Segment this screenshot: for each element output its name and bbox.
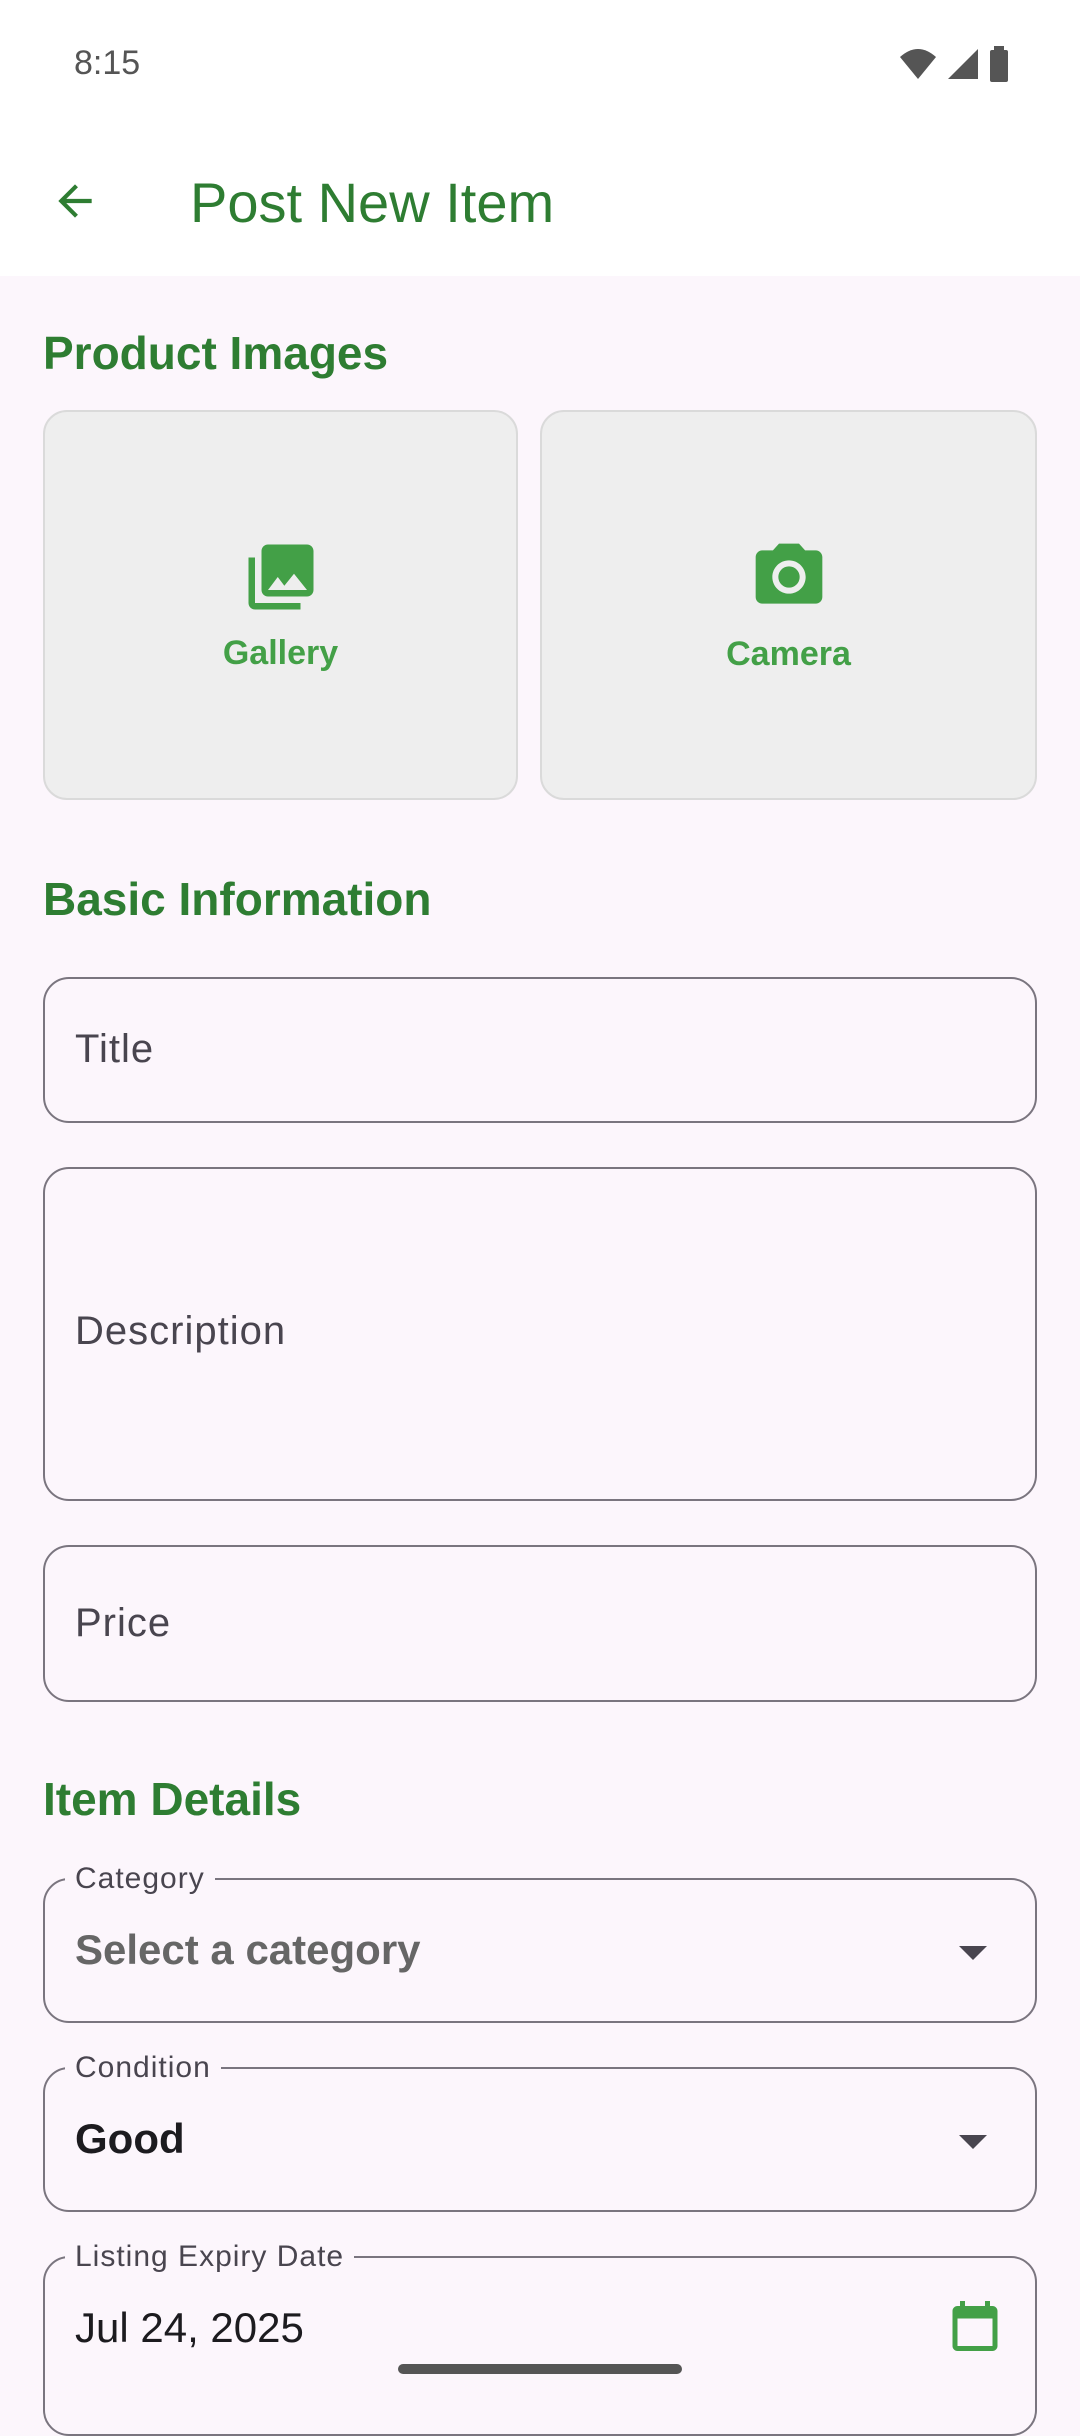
- expiry-date-field[interactable]: Listing Expiry Date Jul 24, 2025: [43, 2240, 1037, 2436]
- condition-value: Good: [75, 2115, 185, 2162]
- arrow-back-icon: [58, 184, 92, 218]
- section-title-product-images: Product Images: [43, 327, 389, 379]
- app-bar: Post New Item: [0, 130, 1080, 276]
- price-field[interactable]: Price: [43, 1545, 1037, 1702]
- condition-label: Condition: [65, 2051, 221, 2085]
- back-button[interactable]: [40, 166, 110, 236]
- expiry-value: Jul 24, 2025: [75, 2304, 304, 2351]
- category-value: Select a category: [75, 1926, 421, 1973]
- status-icons: [898, 46, 1010, 82]
- section-title-basic-information: Basic Information: [43, 873, 432, 925]
- description-placeholder: Description: [75, 1309, 287, 1353]
- photo-library-icon: [248, 544, 313, 609]
- section-title-item-details: Item Details: [43, 1773, 302, 1825]
- status-time: 8:15: [74, 44, 141, 82]
- condition-dropdown[interactable]: Condition Good: [43, 2051, 1037, 2212]
- category-label: Category: [65, 1862, 215, 1896]
- camera-icon: [755, 543, 822, 604]
- title-placeholder: Title: [75, 1027, 155, 1071]
- home-indicator[interactable]: [398, 2364, 682, 2374]
- gallery-button[interactable]: Gallery: [43, 410, 518, 800]
- title-field[interactable]: Title: [43, 977, 1037, 1123]
- wifi-icon: [900, 49, 936, 79]
- status-bar: 8:15: [0, 0, 1080, 130]
- description-field[interactable]: Description: [43, 1167, 1037, 1501]
- battery-icon: [990, 46, 1008, 82]
- calendar-icon[interactable]: [945, 2294, 1005, 2358]
- gallery-label: Gallery: [222, 633, 339, 672]
- price-placeholder: Price: [75, 1601, 172, 1645]
- page-title: Post New Item: [190, 171, 555, 234]
- dropdown-arrow-icon: [959, 1946, 987, 1960]
- category-dropdown[interactable]: Category Select a category: [43, 1862, 1037, 2023]
- camera-button[interactable]: Camera: [540, 410, 1037, 800]
- expiry-label: Listing Expiry Date: [65, 2240, 355, 2274]
- dropdown-arrow-icon: [959, 2135, 987, 2149]
- signal-icon: [948, 49, 978, 79]
- camera-label: Camera: [726, 634, 851, 673]
